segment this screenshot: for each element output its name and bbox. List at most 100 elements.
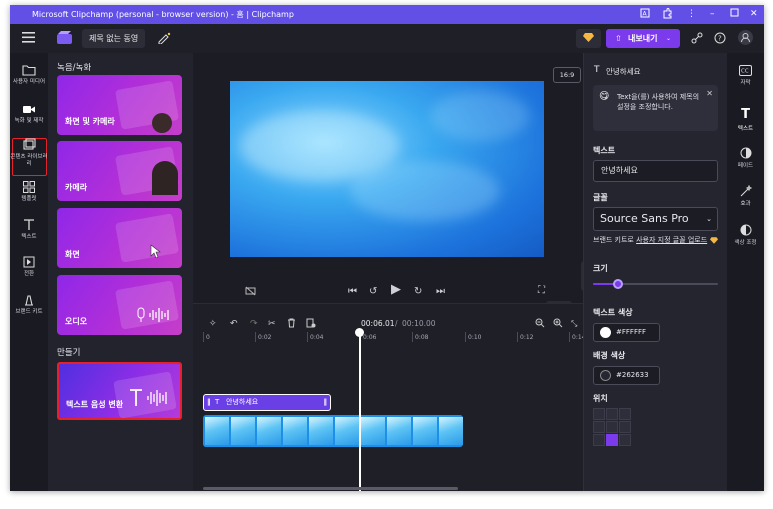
translate-icon[interactable]: A xyxy=(640,8,650,22)
position-cell[interactable] xyxy=(606,421,618,433)
folder-icon xyxy=(22,65,36,76)
right-nav-fade[interactable]: 페이드 xyxy=(727,147,764,169)
tick-label: 0:02 xyxy=(258,334,272,341)
total-time: 00:10.00 xyxy=(402,319,436,328)
color-adjust-icon xyxy=(740,224,751,236)
forward-5s-icon[interactable]: ↻ xyxy=(414,286,422,298)
position-cell[interactable] xyxy=(619,408,631,420)
app-bar: 제목 없는 동영 ⇧ 내보내기 ⌄ ? xyxy=(10,24,764,53)
fullscreen-icon[interactable]: ⛶ xyxy=(538,285,545,297)
diamond-icon xyxy=(710,237,718,247)
person-thumbnail xyxy=(152,113,172,133)
position-cell[interactable] xyxy=(593,408,605,420)
more-options-icon[interactable]: ⋮ xyxy=(687,8,696,20)
play-icon[interactable]: ▶ xyxy=(391,283,401,296)
zoom-out-icon[interactable] xyxy=(535,318,545,332)
chevron-down-icon: ⌄ xyxy=(666,35,672,42)
text-color-picker[interactable]: #FFFFFF xyxy=(593,323,660,342)
playhead-handle[interactable] xyxy=(355,328,364,337)
right-nav: CC 자막 T 텍스트 페이드 효과 색상 조정 xyxy=(727,53,764,491)
font-select[interactable]: Source Sans Pro ⌄ xyxy=(593,207,718,231)
position-cell[interactable] xyxy=(593,434,605,446)
position-cell-selected[interactable] xyxy=(606,434,618,446)
nav-item-transitions[interactable]: 전환 xyxy=(10,255,48,278)
detach-audio-icon[interactable] xyxy=(306,318,316,332)
share-icon[interactable] xyxy=(691,32,703,47)
position-cell[interactable] xyxy=(619,434,631,446)
avatar[interactable] xyxy=(738,30,753,45)
export-button[interactable]: ⇧ 내보내기 ⌄ xyxy=(606,29,680,48)
skip-forward-icon[interactable]: ⏭ xyxy=(436,286,445,298)
card-screen[interactable]: 화면 xyxy=(57,208,182,268)
rewind-5s-icon[interactable]: ↺ xyxy=(369,286,377,298)
person-thumbnail xyxy=(152,161,178,195)
trim-handle-left[interactable]: ‖ xyxy=(207,395,211,409)
nav-item-templates[interactable]: 템플릿 xyxy=(10,180,48,203)
text-icon: T xyxy=(741,107,750,122)
text-clip[interactable]: ‖ T 안녕하세요 ‖ xyxy=(203,394,331,411)
delete-icon[interactable] xyxy=(287,318,296,332)
size-slider-thumb[interactable] xyxy=(613,279,623,289)
section-heading-create: 만들기 xyxy=(57,348,81,358)
svg-text:?: ? xyxy=(718,35,722,43)
size-label: 크기 xyxy=(593,264,608,273)
right-nav-captions[interactable]: CC 자막 xyxy=(727,65,764,86)
aspect-ratio-button[interactable]: 16:9 xyxy=(553,67,581,83)
right-nav-color-adjust[interactable]: 색상 조정 xyxy=(727,224,764,246)
diamond-icon xyxy=(583,33,594,42)
tick-label: 0:12 xyxy=(520,334,534,341)
upload-font-link[interactable]: 사용자 지정 글꼴 업로드 xyxy=(636,236,707,244)
trim-handle-right[interactable]: ‖ xyxy=(324,395,328,409)
video-clip[interactable] xyxy=(203,415,463,447)
brand-kit-icon xyxy=(25,295,33,306)
close-tip-icon[interactable]: ✕ xyxy=(706,89,713,98)
card-audio[interactable]: 오디오 xyxy=(57,275,182,335)
magic-edit-icon[interactable]: ✧ xyxy=(209,318,217,330)
project-title-input[interactable]: 제목 없는 동영 xyxy=(82,29,146,48)
card-text-to-speech[interactable]: 텍스트 음성 변환 xyxy=(57,362,182,420)
right-nav-effects[interactable]: 효과 xyxy=(727,185,764,207)
microphone-waveform-icon xyxy=(137,307,169,322)
nav-item-content-library[interactable]: 콘텐츠 라이브러리 xyxy=(10,138,48,168)
text-input[interactable]: 안녕하세요 xyxy=(593,160,718,182)
undo-icon[interactable]: ↶ xyxy=(230,318,238,330)
color-swatch xyxy=(600,327,611,338)
card-camera[interactable]: 카메라 xyxy=(57,141,182,201)
sparkle-edit-icon[interactable] xyxy=(158,32,171,47)
position-label: 위치 xyxy=(593,394,608,403)
help-icon[interactable]: ? xyxy=(714,32,726,47)
right-nav-text[interactable]: T 텍스트 xyxy=(727,107,764,133)
size-slider[interactable] xyxy=(593,279,718,289)
nav-item-media[interactable]: 사용자 미디어 xyxy=(10,63,48,86)
position-cell[interactable] xyxy=(619,421,631,433)
zoom-in-icon[interactable] xyxy=(553,318,563,332)
window-title: Microsoft Clipchamp (personal - browser … xyxy=(32,10,294,19)
split-icon[interactable]: ✂ xyxy=(268,318,276,330)
current-time: 00:06.01 xyxy=(361,319,395,328)
video-preview[interactable] xyxy=(230,81,544,257)
text-icon: T xyxy=(215,398,220,406)
position-cell[interactable] xyxy=(593,421,605,433)
skip-back-icon[interactable]: ⏮ xyxy=(348,286,357,298)
tick-label: 0:04 xyxy=(310,334,324,341)
bg-color-picker[interactable]: #262633 xyxy=(593,366,660,385)
premium-diamond-button[interactable] xyxy=(576,29,601,48)
position-cell[interactable] xyxy=(606,408,618,420)
timeline-scrollbar[interactable] xyxy=(203,487,458,490)
hide-preview-icon[interactable] xyxy=(245,286,256,300)
nav-item-brand-kit[interactable]: 브랜드 키트 xyxy=(10,293,48,316)
maximize-icon[interactable] xyxy=(730,8,739,21)
fit-timeline-icon[interactable]: ⤡ xyxy=(571,318,577,330)
redo-icon[interactable]: ↷ xyxy=(250,318,258,330)
nav-item-record-create[interactable]: 녹화 및 제작 xyxy=(10,102,48,125)
tick-label: 0:10 xyxy=(468,334,482,341)
card-screen-and-camera[interactable]: 화면 및 카메라 xyxy=(57,75,182,135)
menu-icon[interactable] xyxy=(22,32,35,46)
close-icon[interactable]: ✕ xyxy=(750,8,758,20)
extensions-icon[interactable] xyxy=(662,8,673,23)
minimize-icon[interactable]: – xyxy=(710,8,715,20)
bg-color-label: 배경 색상 xyxy=(593,351,626,360)
nav-item-text[interactable]: 텍스트 xyxy=(10,218,48,241)
playhead[interactable] xyxy=(355,328,364,491)
clipchamp-logo-icon xyxy=(57,31,73,48)
